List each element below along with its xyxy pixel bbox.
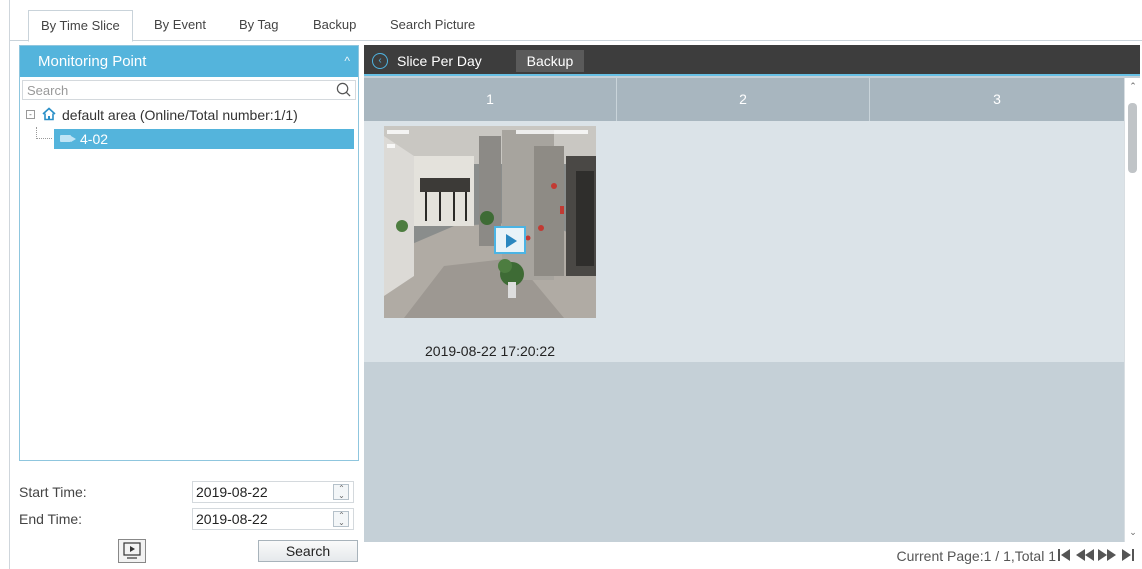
start-time-row: Start Time: 2019-08-22 ⌃ ⌄ — [19, 481, 359, 503]
monitoring-point-title: Monitoring Point — [38, 53, 147, 70]
monitoring-point-panel: Monitoring Point ^ Search - default area… — [19, 45, 359, 461]
tab-bar: By Time Slice By Event By Tag Backup Sea… — [10, 10, 1142, 42]
monitoring-point-header[interactable]: Monitoring Point ^ — [20, 46, 358, 77]
search-input[interactable]: Search — [22, 80, 356, 100]
end-time-spinner[interactable]: ⌃ ⌄ — [333, 511, 349, 527]
tree-expander-icon[interactable]: - — [26, 110, 35, 119]
tree-connector — [36, 138, 52, 139]
grid-row: 2019-08-22 17:20:22 — [364, 121, 1124, 362]
vertical-scrollbar[interactable]: ⌃ ⌄ — [1124, 78, 1140, 542]
chevron-down-icon[interactable]: ⌄ — [337, 492, 346, 500]
end-time-value: 2019-08-22 — [196, 511, 268, 527]
previous-page-icon[interactable] — [1075, 548, 1095, 562]
tab-by-event[interactable]: By Event — [142, 10, 218, 41]
grid-column-header: 2 — [739, 91, 747, 107]
camera-icon — [60, 135, 76, 142]
grid-header: 1 2 3 — [364, 78, 1124, 121]
playback-button[interactable] — [118, 539, 146, 563]
home-icon — [42, 107, 56, 121]
tree-root-label: default area (Online/Total number:1/1) — [62, 107, 298, 123]
start-time-field[interactable]: 2019-08-22 ⌃ ⌄ — [192, 481, 354, 503]
slice-per-day-label: Slice Per Day — [397, 53, 482, 69]
collapse-icon[interactable]: ^ — [344, 46, 350, 77]
end-time-field[interactable]: 2019-08-22 ⌃ ⌄ — [192, 508, 354, 530]
next-page-icon[interactable] — [1097, 548, 1117, 562]
start-time-spinner[interactable]: ⌃ ⌄ — [333, 484, 349, 500]
search-icon[interactable] — [336, 82, 351, 97]
scroll-up-icon[interactable]: ⌃ — [1127, 80, 1139, 92]
end-time-label: End Time: — [19, 511, 83, 527]
tab-backup[interactable]: Backup — [301, 10, 368, 41]
grid-column-header: 3 — [993, 91, 1001, 107]
tab-by-tag[interactable]: By Tag — [227, 10, 291, 41]
camera-label: 4-02 — [80, 131, 109, 147]
play-icon[interactable] — [494, 226, 526, 254]
chevron-down-icon[interactable]: ⌄ — [337, 519, 346, 527]
page-info: Current Page:1 / 1,Total 1 — [896, 548, 1056, 564]
pager: Current Page:1 / 1,Total 1 — [364, 542, 1142, 569]
start-time-value: 2019-08-22 — [196, 484, 268, 500]
first-page-icon[interactable] — [1057, 548, 1071, 562]
tab-by-time-slice[interactable]: By Time Slice — [28, 10, 133, 42]
scroll-down-icon[interactable]: ⌄ — [1127, 526, 1139, 538]
app-window: By Time Slice By Event By Tag Backup Sea… — [0, 0, 1142, 569]
thumbnail-image — [384, 126, 596, 318]
search-placeholder: Search — [27, 83, 69, 98]
grid-column-header: 1 — [486, 91, 494, 107]
window-border — [9, 0, 10, 569]
video-thumbnail[interactable] — [384, 126, 596, 318]
backup-button[interactable]: Backup — [516, 50, 584, 72]
scrollbar-thumb[interactable] — [1128, 103, 1137, 173]
end-time-row: End Time: 2019-08-22 ⌃ ⌄ — [19, 508, 359, 530]
start-time-label: Start Time: — [19, 484, 87, 500]
monitor-play-icon — [123, 542, 141, 559]
results-toolbar: ‹ Slice Per Day Backup — [364, 45, 1140, 76]
back-icon[interactable]: ‹ — [372, 53, 388, 69]
thumbnail-timestamp: 2019-08-22 17:20:22 — [425, 343, 555, 359]
last-page-icon[interactable] — [1121, 548, 1135, 562]
device-tree: - default area (Online/Total number:1/1)… — [20, 100, 358, 440]
results-panel: ‹ Slice Per Day Backup 1 2 3 2019-08-22 … — [364, 45, 1140, 542]
tree-item-camera[interactable]: 4-02 — [54, 129, 354, 149]
tab-search-picture[interactable]: Search Picture — [378, 10, 487, 41]
search-button[interactable]: Search — [258, 540, 358, 562]
